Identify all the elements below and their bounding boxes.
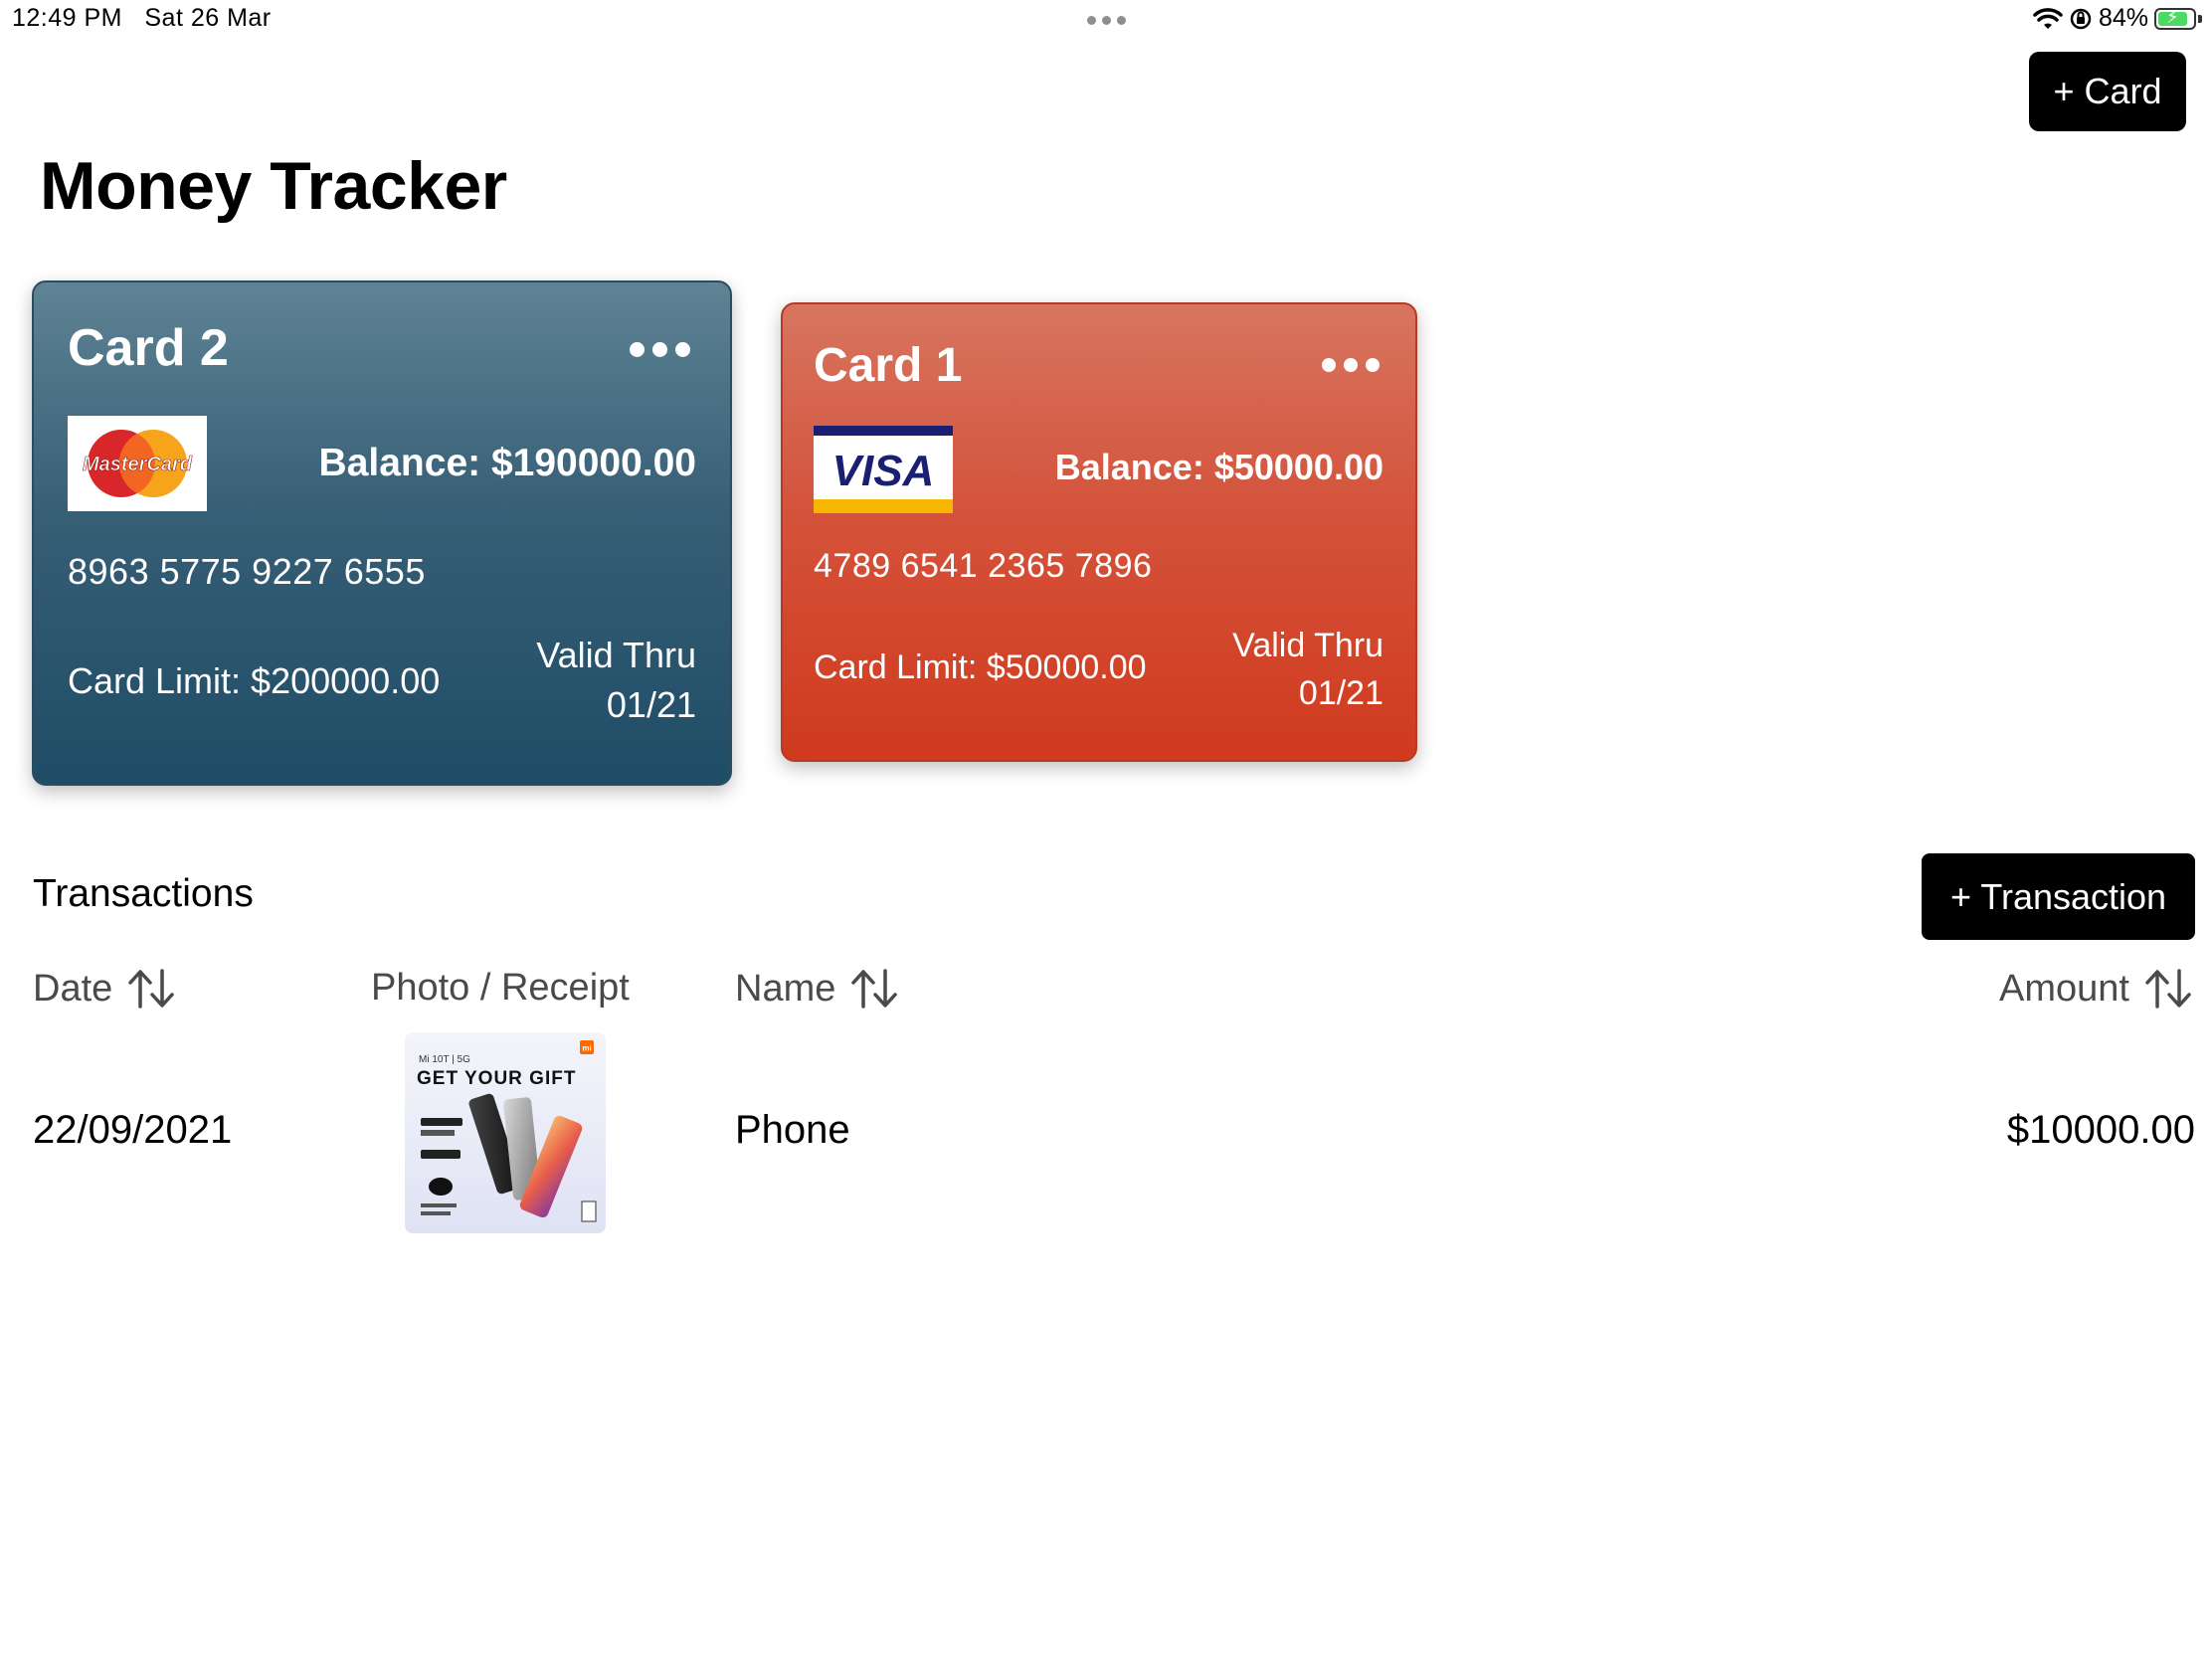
column-header-amount-label: Amount xyxy=(1999,967,2129,1010)
valid-thru-date: 01/21 xyxy=(606,684,696,726)
column-header-name-label: Name xyxy=(735,967,836,1010)
card-limit: Card Limit: $50000.00 xyxy=(814,648,1147,686)
page-title: Money Tracker xyxy=(40,148,507,224)
card-more-icon[interactable] xyxy=(1322,358,1380,372)
card-valid-thru: Valid Thru 01/21 xyxy=(536,631,696,731)
receipt-model: Mi 10T | 5G xyxy=(419,1054,470,1065)
sort-icon[interactable] xyxy=(2143,967,2195,1011)
sort-icon[interactable] xyxy=(126,967,178,1011)
card-balance: Balance: $190000.00 xyxy=(318,442,696,484)
column-header-photo-label: Photo / Receipt xyxy=(371,967,630,1009)
column-header-name[interactable]: Name xyxy=(735,967,901,1011)
visa-logo: VISA xyxy=(814,426,953,513)
add-card-button[interactable]: + Card xyxy=(2029,52,2186,131)
wifi-icon xyxy=(2033,7,2063,29)
multitasking-dots-icon[interactable] xyxy=(1087,16,1126,25)
add-transaction-button[interactable]: + Transaction xyxy=(1922,853,2195,940)
sort-icon[interactable] xyxy=(849,967,901,1011)
column-header-date[interactable]: Date xyxy=(33,967,178,1011)
valid-thru-date: 01/21 xyxy=(1298,673,1383,712)
column-header-photo: Photo / Receipt xyxy=(371,967,630,1010)
status-clock: 12:49 PM xyxy=(12,4,123,32)
receipt-brand: mi xyxy=(582,1044,591,1053)
card-valid-thru: Valid Thru 01/21 xyxy=(1232,623,1383,717)
status-indicators: 84% ⚡ xyxy=(2033,4,2202,33)
credit-card-1[interactable]: Card 1 VISA Balance: $50000.00 4789 6541… xyxy=(781,302,1417,762)
status-bar: 12:49 PM Sat 26 Mar 84% ⚡ xyxy=(0,0,2212,40)
valid-thru-label: Valid Thru xyxy=(1232,627,1383,664)
receipt-thumbnail[interactable]: mi Mi 10T | 5G GET YOUR GIFT xyxy=(405,1032,606,1233)
credit-card-2[interactable]: Card 2 MasterCard Balance: $190000.00 89… xyxy=(32,280,732,786)
battery-icon: ⚡ xyxy=(2154,7,2196,30)
transaction-date: 22/09/2021 xyxy=(33,1108,233,1152)
card-number: 4789 6541 2365 7896 xyxy=(814,547,1153,585)
transactions-title: Transactions xyxy=(33,872,254,915)
card-name: Card 2 xyxy=(68,319,229,377)
receipt-headline: GET YOUR GIFT xyxy=(417,1068,576,1089)
transaction-name: Phone xyxy=(735,1108,850,1152)
card-name: Card 1 xyxy=(814,339,963,392)
battery-percentage: 84% xyxy=(2098,4,2148,32)
status-time: 12:49 PM Sat 26 Mar xyxy=(12,4,272,33)
column-header-date-label: Date xyxy=(33,967,113,1010)
mastercard-logo: MasterCard xyxy=(68,416,207,511)
card-more-icon[interactable] xyxy=(630,342,690,357)
valid-thru-label: Valid Thru xyxy=(536,635,696,675)
status-date: Sat 26 Mar xyxy=(144,4,272,32)
mastercard-logo-text: MasterCard xyxy=(83,454,193,475)
transaction-amount: $10000.00 xyxy=(2006,1108,2195,1152)
card-balance: Balance: $50000.00 xyxy=(1054,447,1383,487)
orientation-lock-icon xyxy=(2070,8,2092,29)
column-header-amount[interactable]: Amount xyxy=(1999,967,2195,1011)
visa-logo-text: VISA xyxy=(832,447,935,495)
card-limit: Card Limit: $200000.00 xyxy=(68,660,441,701)
card-number: 8963 5775 9227 6555 xyxy=(68,551,426,592)
